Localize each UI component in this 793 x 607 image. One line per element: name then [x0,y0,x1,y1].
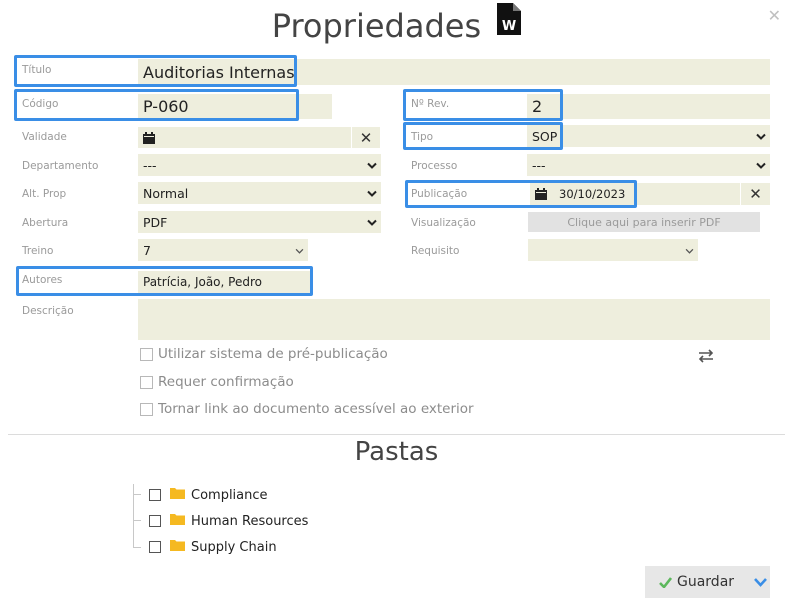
check-icon [659,576,672,588]
save-label: Guardar [677,574,735,590]
training-label: Treino [22,245,54,257]
chevron-down-icon [756,158,766,173]
department-value: --- [143,157,157,173]
option-external-link[interactable]: Tornar link ao documento acessível ao ex… [140,401,474,417]
calendar-icon[interactable] [143,131,155,144]
checkbox[interactable] [149,515,161,527]
chevron-down-icon [367,215,377,230]
tree-branch [133,494,141,495]
preview-label: Visualização [411,217,476,229]
opening-value: PDF [143,214,168,230]
opening-select[interactable]: PDF [138,211,381,233]
dialog-title: Propriedades W [0,2,793,50]
validity-label: Validade [22,131,67,143]
word-icon-letter: W [502,19,516,34]
publication-field-fill [634,183,740,205]
chevron-down-icon [367,186,377,201]
folder-icon [170,487,185,503]
training-value: 7 [143,242,151,258]
word-document-icon: W [497,2,522,46]
department-label: Departamento [22,160,99,172]
department-select[interactable]: --- [138,154,381,176]
folder-icon [170,539,185,555]
option-label: Utilizar sistema de pré-publicação [158,346,388,362]
process-select[interactable]: --- [527,154,770,176]
swap-arrows-icon[interactable] [697,348,715,367]
title-field[interactable]: Auditorias Internas [138,59,295,85]
type-select[interactable]: SOP [527,125,770,147]
checkbox[interactable] [140,375,153,389]
folder-icon [170,513,185,529]
chevron-down-icon[interactable] [754,577,768,587]
option-require-confirmation[interactable]: Requer confirmação [140,374,294,390]
folder-item[interactable]: Compliance [149,485,268,505]
save-button[interactable]: Guardar [645,566,770,598]
requirement-label: Requisito [411,245,460,257]
revision-field[interactable]: 2 [527,94,770,119]
requirement-select[interactable] [528,239,698,261]
alt-prop-label: Alt. Prop [22,188,67,200]
dialog-title-text: Propriedades [271,7,482,45]
chevron-down-icon [685,243,694,258]
option-label: Requer confirmação [158,374,294,390]
clear-publication-icon[interactable]: ✕ [741,183,770,205]
checkbox[interactable] [149,541,161,553]
folder-label: Supply Chain [191,539,277,555]
chevron-down-icon [367,158,377,173]
description-field[interactable] [138,299,770,340]
checkbox[interactable] [140,402,153,416]
chevron-down-icon [756,129,766,144]
type-label: Tipo [411,131,434,143]
description-label: Descrição [22,305,74,317]
checkbox[interactable] [149,489,161,501]
folder-item[interactable]: Human Resources [149,511,308,531]
insert-pdf-button[interactable]: Clique aqui para inserir PDF [528,212,760,232]
checkbox[interactable] [140,347,153,361]
revision-label: Nº Rev. [411,98,450,110]
clear-validity-icon[interactable]: ✕ [352,127,380,148]
alt-prop-select[interactable]: Normal [138,182,381,204]
process-label: Processo [411,160,458,172]
option-prepublication[interactable]: Utilizar sistema de pré-publicação [140,346,388,362]
publication-label: Publicação [411,188,468,200]
tree-branch [133,547,141,548]
validity-field[interactable] [138,127,351,148]
folder-label: Compliance [191,487,268,503]
close-icon[interactable]: ✕ [768,6,781,25]
training-select[interactable]: 7 [138,239,308,261]
chevron-down-icon [295,243,304,258]
tree-branch [133,520,141,521]
opening-label: Abertura [22,217,69,229]
process-value: --- [532,157,546,173]
alt-prop-value: Normal [143,185,189,201]
option-label: Tornar link ao documento acessível ao ex… [158,401,474,417]
folder-item[interactable]: Supply Chain [149,537,277,557]
title-label: Título [22,64,52,76]
code-label: Código [22,98,59,110]
authors-label: Autores [22,274,63,286]
folders-title: Pastas [354,437,439,467]
section-divider [8,434,785,435]
folder-label: Human Resources [191,513,309,529]
